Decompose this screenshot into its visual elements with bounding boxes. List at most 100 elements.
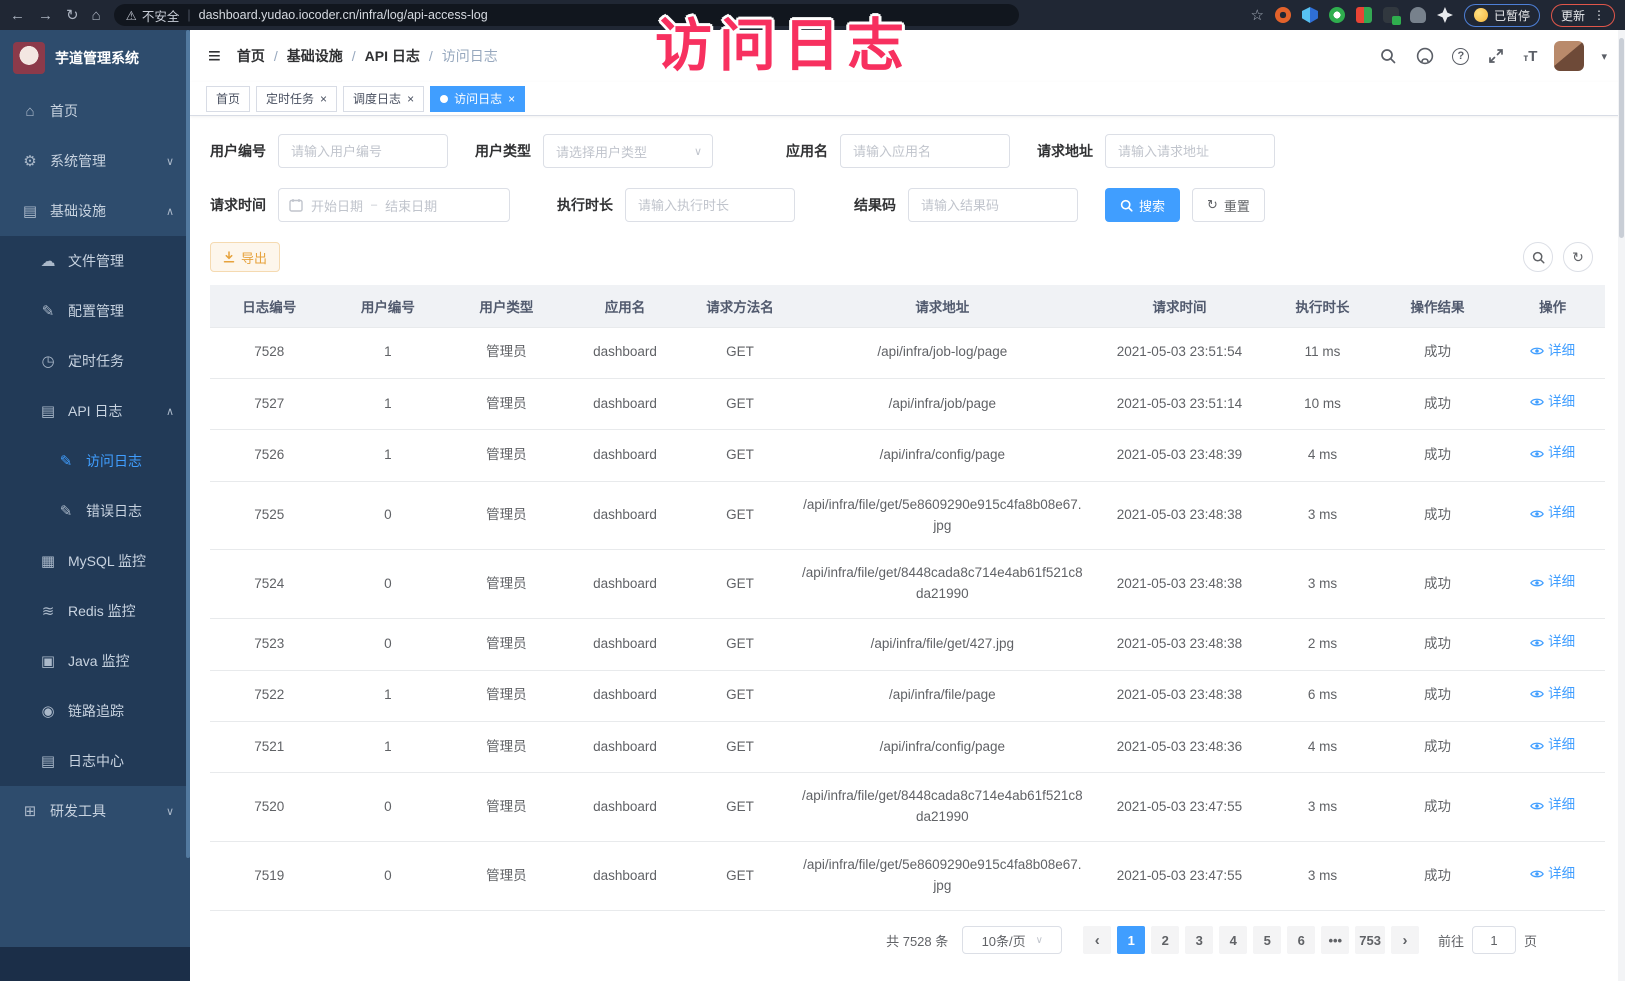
profile-paused-badge[interactable]: 已暂停 bbox=[1464, 4, 1540, 27]
browser-menu-icon[interactable]: ⋮ bbox=[1593, 8, 1605, 22]
font-size-icon[interactable]: тT bbox=[1523, 48, 1537, 65]
extension-icon[interactable] bbox=[1383, 7, 1399, 23]
sidebar-item[interactable]: ✎错误日志 bbox=[0, 486, 190, 536]
browser-back-icon[interactable]: ← bbox=[10, 8, 25, 23]
github-icon[interactable] bbox=[1415, 46, 1435, 66]
extension-icon[interactable] bbox=[1356, 7, 1372, 23]
sidebar-item[interactable]: ◷定时任务 bbox=[0, 336, 190, 386]
detail-link[interactable]: 详细 bbox=[1530, 341, 1575, 362]
tab-item[interactable]: 调度日志 × bbox=[343, 86, 424, 112]
detail-link[interactable]: 详细 bbox=[1530, 864, 1575, 885]
request-time-range-picker[interactable]: 开始日期 – 结束日期 bbox=[278, 188, 510, 222]
sidebar-item[interactable]: ▤API 日志∧ bbox=[0, 386, 190, 436]
tab-active[interactable]: 访问日志× bbox=[430, 86, 525, 112]
page-button[interactable]: 5 bbox=[1253, 926, 1281, 954]
browser-update-button[interactable]: 更新 ⋮ bbox=[1551, 4, 1615, 27]
extension-icon[interactable] bbox=[1329, 7, 1345, 23]
detail-link[interactable]: 详细 bbox=[1530, 632, 1575, 653]
sidebar-item[interactable]: ▤基础设施∧ bbox=[0, 186, 190, 236]
page-button[interactable]: 4 bbox=[1219, 926, 1247, 954]
extension-icon[interactable] bbox=[1437, 7, 1453, 23]
sidebar-item[interactable]: ✎访问日志 bbox=[0, 436, 190, 486]
page-button[interactable]: 3 bbox=[1185, 926, 1213, 954]
bookmark-star-icon[interactable]: ☆ bbox=[1251, 8, 1264, 23]
window-scrollbar[interactable] bbox=[1618, 30, 1625, 981]
sidebar-item[interactable]: ▤日志中心 bbox=[0, 736, 190, 786]
security-warning[interactable]: ⚠ 不安全 bbox=[126, 6, 180, 25]
page-button[interactable]: 2 bbox=[1151, 926, 1179, 954]
sidebar-item[interactable]: ◉链路追踪 bbox=[0, 686, 190, 736]
browser-reload-icon[interactable]: ↻ bbox=[66, 8, 79, 23]
app-name-input[interactable] bbox=[840, 134, 1010, 168]
close-icon[interactable]: × bbox=[508, 93, 515, 105]
detail-link-label: 详细 bbox=[1548, 795, 1575, 816]
user-type-select[interactable]: 请选择用户类型 ∨ bbox=[543, 134, 713, 168]
page-button[interactable]: 753 bbox=[1355, 926, 1385, 954]
sidebar-item[interactable]: ⚙系统管理∨ bbox=[0, 136, 190, 186]
prev-page-button[interactable]: ‹ bbox=[1083, 926, 1111, 954]
detail-link[interactable]: 详细 bbox=[1530, 795, 1575, 816]
sidebar-item-label: 定时任务 bbox=[68, 351, 124, 371]
file-upload-icon: ☁ bbox=[40, 252, 56, 270]
fullscreen-icon[interactable] bbox=[1486, 46, 1506, 66]
export-button[interactable]: 导出 bbox=[210, 242, 280, 272]
avatar-caret-down-icon[interactable]: ▾ bbox=[1601, 50, 1607, 63]
sidebar-item[interactable]: ▦MySQL 监控 bbox=[0, 536, 190, 586]
app-logo[interactable]: 芋道管理系统 bbox=[0, 30, 190, 86]
sidebar-menu: ⌂首页⚙系统管理∨▤基础设施∧☁文件管理✎配置管理◷定时任务▤API 日志∧✎访… bbox=[0, 86, 190, 836]
search-icon[interactable] bbox=[1378, 46, 1398, 66]
browser-forward-icon[interactable]: → bbox=[38, 8, 53, 23]
sidebar-item[interactable]: ▣Java 监控 bbox=[0, 636, 190, 686]
detail-link[interactable]: 详细 bbox=[1530, 503, 1575, 524]
search-button[interactable]: 搜索 bbox=[1105, 188, 1180, 222]
reset-button[interactable]: ↻ 重置 bbox=[1192, 188, 1265, 222]
cell-log-id: 7525 bbox=[210, 481, 329, 550]
detail-link[interactable]: 详细 bbox=[1530, 735, 1575, 756]
tab-item[interactable]: 定时任务× bbox=[256, 86, 337, 112]
close-icon[interactable]: × bbox=[320, 93, 327, 105]
close-icon[interactable]: × bbox=[407, 93, 414, 105]
tab-label: 调度日志 bbox=[353, 90, 401, 107]
help-icon[interactable]: ? bbox=[1452, 48, 1469, 65]
page-button[interactable]: 1 bbox=[1117, 926, 1145, 954]
sidebar-item[interactable]: ⌂首页 bbox=[0, 86, 190, 136]
detail-link-label: 详细 bbox=[1548, 632, 1575, 653]
sidebar-item[interactable]: ☁文件管理 bbox=[0, 236, 190, 286]
tab-item[interactable]: 首页 bbox=[206, 86, 250, 112]
column-header: 用户编号 bbox=[329, 285, 448, 327]
paused-label: 已暂停 bbox=[1494, 7, 1530, 24]
page-size-select[interactable]: 10条/页 ∨ bbox=[962, 926, 1062, 954]
jump-page-input[interactable] bbox=[1472, 926, 1516, 954]
refresh-button[interactable]: ↻ bbox=[1563, 242, 1593, 272]
address-bar[interactable]: ⚠ 不安全 | dashboard.yudao.iocoder.cn/infra… bbox=[114, 4, 1019, 26]
chevron-up-icon: ∧ bbox=[166, 405, 174, 418]
detail-link[interactable]: 详细 bbox=[1530, 572, 1575, 593]
request-url-input[interactable] bbox=[1105, 134, 1275, 168]
browser-chrome: ← → ↻ ⌂ ⚠ 不安全 | dashboard.yudao.iocoder.… bbox=[0, 0, 1625, 30]
next-page-button[interactable]: › bbox=[1391, 926, 1419, 954]
cell-url: /api/infra/config/page bbox=[796, 722, 1089, 773]
warning-icon: ⚠ bbox=[126, 8, 137, 23]
user-avatar[interactable] bbox=[1554, 41, 1584, 71]
detail-link[interactable]: 详细 bbox=[1530, 392, 1575, 413]
breadcrumb-item[interactable]: 首页 bbox=[237, 46, 265, 66]
breadcrumb-item[interactable]: API 日志 bbox=[365, 46, 420, 66]
detail-link[interactable]: 详细 bbox=[1530, 684, 1575, 705]
toggle-search-button[interactable] bbox=[1523, 242, 1553, 272]
hamburger-icon[interactable]: ≡ bbox=[208, 43, 221, 69]
extension-icon[interactable] bbox=[1410, 7, 1426, 23]
extension-icon[interactable] bbox=[1275, 7, 1291, 23]
sidebar-item[interactable]: ⊞研发工具∨ bbox=[0, 786, 190, 836]
duration-input[interactable] bbox=[625, 188, 795, 222]
window-scrollbar-thumb[interactable] bbox=[1619, 38, 1624, 238]
sidebar-item[interactable]: ≋Redis 监控 bbox=[0, 586, 190, 636]
detail-link[interactable]: 详细 bbox=[1530, 443, 1575, 464]
column-header: 操作 bbox=[1500, 285, 1605, 327]
page-button[interactable]: 6 bbox=[1287, 926, 1315, 954]
sidebar-item[interactable]: ✎配置管理 bbox=[0, 286, 190, 336]
breadcrumb-item[interactable]: 基础设施 bbox=[287, 46, 343, 66]
browser-home-icon[interactable]: ⌂ bbox=[92, 8, 101, 23]
user-id-input[interactable] bbox=[278, 134, 448, 168]
extension-icon[interactable] bbox=[1302, 7, 1318, 23]
result-code-input[interactable] bbox=[908, 188, 1078, 222]
